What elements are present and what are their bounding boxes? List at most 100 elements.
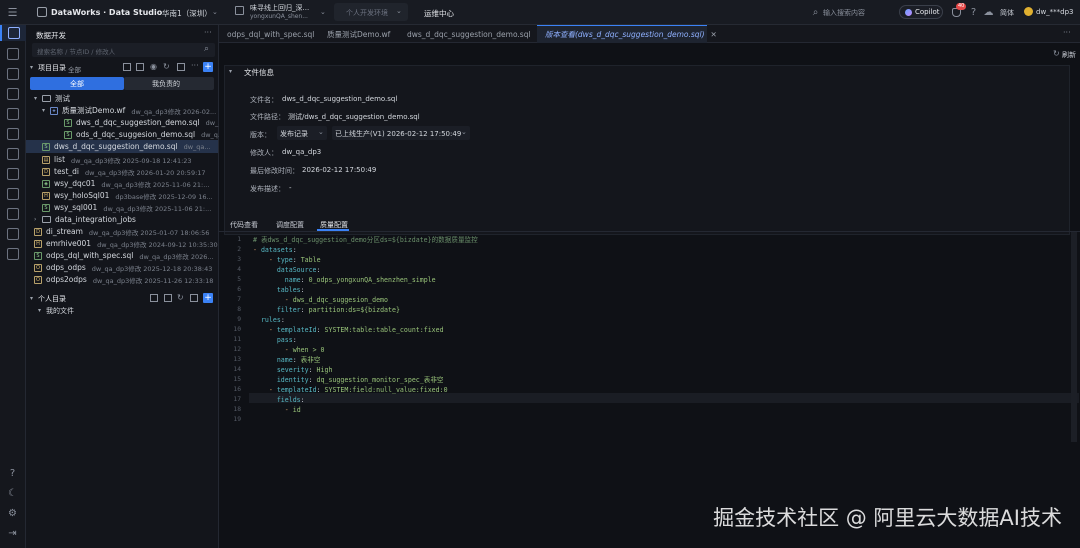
user-name[interactable]: dw_***dp3 — [1036, 8, 1074, 16]
line-number: 18 — [233, 406, 241, 413]
code-editor[interactable]: 1 # 表dws_d_dqc_suggestion_demo分区ds=${bizd… — [219, 232, 1080, 452]
chevron-down-icon: ⌄ — [318, 128, 324, 136]
chevron-down-icon[interactable]: ▾ — [30, 64, 33, 71]
rail-icon-5[interactable] — [7, 108, 19, 120]
sidebar-search-input[interactable]: 搜索名称 / 节点ID / 修改人 ⌕ — [32, 43, 215, 57]
refresh-link[interactable]: 刷新 — [1062, 50, 1076, 60]
avatar[interactable] — [1024, 7, 1033, 16]
tree-item-node[interactable]: ◈ wsy_dqc01 dw_qa_dp3修改 2025-11-06 21:... — [34, 178, 209, 189]
rail-icon-4[interactable] — [7, 88, 19, 100]
menu-icon[interactable]: ☰ — [7, 7, 18, 18]
tree-item-sql[interactable]: Sdws_d_dqc_suggestion_demo.sql dw_... — [64, 117, 224, 128]
tab-version-view[interactable]: 版本查看(dws_d_dqc_suggestion_demo.sql) ✕ — [537, 25, 717, 43]
tree-item-label: list — [54, 155, 66, 164]
rail-icon-7[interactable] — [7, 148, 19, 160]
watermark: 掘金技术社区 @ 阿里云大数据AI技术 — [713, 506, 1062, 530]
help-icon[interactable]: ? — [968, 7, 979, 18]
shield-icon: ◈ — [42, 179, 50, 188]
rail-icon-8[interactable] — [7, 168, 19, 180]
env-switch[interactable]: 个人开发环境 ⌄ — [334, 3, 408, 21]
env-label: 个人开发环境 — [346, 9, 388, 17]
rail-icon-11[interactable] — [7, 228, 19, 240]
my-files-folder[interactable]: 我的文件 — [46, 306, 74, 316]
collapse-all-icon[interactable] — [177, 63, 185, 71]
tree-item-node[interactable]: Oodps_odps dw_qa_dp3修改 2025-12-18 20:38:4… — [34, 262, 212, 273]
add-button[interactable]: + — [203, 293, 213, 303]
tab-odps-dql[interactable]: odps_dql_with_spec.sql — [227, 25, 314, 43]
add-button[interactable]: + — [203, 62, 213, 72]
refresh-icon[interactable]: ↻ — [163, 62, 170, 71]
folder-add-icon[interactable] — [164, 294, 172, 302]
tab-quality-wf[interactable]: 质量测试Demo.wf — [327, 25, 390, 43]
ops-center-link[interactable]: 运维中心 — [424, 8, 454, 19]
line-number: 4 — [237, 266, 241, 273]
tree-item-node[interactable]: Ddi_stream dw_qa_dp3修改 2025-01-07 18:06:5… — [34, 226, 209, 237]
tab-mine[interactable]: 我负责的 — [124, 77, 214, 90]
gear-icon[interactable]: ⚙ — [7, 508, 18, 519]
tree-item-sql[interactable]: Sods_d_dqc_suggesion_demo.sql dw_q... — [64, 129, 224, 140]
project-filter[interactable]: 全部 — [68, 64, 81, 74]
more-icon[interactable]: ··· — [191, 61, 199, 70]
version-select[interactable]: 已上线生产(V1) 2026-02-12 17:50:49 ⌄ — [332, 126, 470, 140]
tree-item-node[interactable]: Sodps_dql_with_spec.sql dw_qa_dp3修改 2026.… — [34, 250, 214, 261]
rail-icon-9[interactable] — [7, 188, 19, 200]
version-type-select[interactable]: 发布记录 ⌄ — [277, 126, 327, 140]
tree-folder-di[interactable]: › data_integration_jobs — [34, 214, 136, 225]
tab-dws-sql[interactable]: dws_d_dqc_suggestion_demo.sql — [407, 25, 531, 43]
subtab-schedule[interactable]: 调度配置 — [276, 220, 304, 230]
tree-item-node[interactable]: Oodps2odps dw_qa_dp3修改 2025-11-26 12:33:1… — [34, 274, 213, 285]
view-icon[interactable] — [150, 294, 158, 302]
tree-item-wf[interactable]: ▾ ⚹ 质量测试Demo.wf dw_qa_dp3修改 2026-02... — [42, 105, 216, 116]
tree-item-node[interactable]: Swsy_sql001 dw_qa_dp3修改 2025-11-06 21:... — [34, 202, 211, 213]
tree-item-node[interactable]: Hwsy_holoSql01 dp3base修改 2025-12-09 16... — [34, 190, 213, 201]
tree-item-label: odps_odps — [46, 263, 86, 272]
tree-item-node[interactable]: Hemrhive001 dw_qa_dp3修改 2024-09-12 10:35:… — [34, 238, 218, 249]
moon-icon[interactable]: ☾ — [7, 488, 18, 499]
tree-folder-test[interactable]: ▾ 测试 — [34, 93, 70, 104]
workspace-name[interactable]: 味寻线上回归_深... — [250, 3, 309, 13]
tree-item-label: dws_d_dqc_suggestion_demo.sql — [76, 118, 200, 127]
sql-file-icon: S — [64, 130, 72, 139]
collapse-all-icon[interactable] — [190, 294, 198, 302]
chevron-down-icon[interactable]: ▾ — [229, 68, 232, 75]
tree-item-sql-selected[interactable]: Sdws_d_dqc_suggestion_demo.sql dw_qa... — [42, 141, 211, 152]
search-icon: ⌕ — [204, 44, 210, 54]
rail-icon-2[interactable] — [7, 48, 19, 60]
tab-all[interactable]: 全部 — [30, 77, 124, 90]
folder-add-icon[interactable] — [136, 63, 144, 71]
line-number: 5 — [237, 276, 241, 283]
scrollbar[interactable] — [1071, 232, 1077, 442]
tree-item-meta: dw_qa_dp3修改 2024-09-12 10:35:30 — [97, 240, 218, 249]
copilot-button[interactable]: Copilot — [899, 5, 943, 19]
tree-item-label: 质量测试Demo.wf — [62, 106, 126, 115]
collapse-icon[interactable]: ⇥ — [7, 528, 18, 539]
refresh-icon[interactable]: ↻ — [1053, 49, 1060, 58]
tree-item-node[interactable]: Dtest_di dw_qa_dp3修改 2026-01-20 20:59:17 — [34, 166, 206, 177]
chevron-down-icon[interactable]: ▾ — [30, 295, 33, 302]
view-icon[interactable] — [123, 63, 131, 71]
line-number: 15 — [233, 376, 241, 383]
chevron-down-icon[interactable]: ▾ — [38, 307, 41, 314]
close-icon[interactable]: ✕ — [711, 30, 717, 39]
help-circle-icon[interactable]: ? — [7, 468, 18, 479]
tree-item-meta: dw_qa_dp3修改 2025-11-06 21:... — [101, 180, 210, 189]
rail-icon-6[interactable] — [7, 128, 19, 140]
refresh-icon[interactable]: ↻ — [177, 293, 184, 302]
region-select[interactable]: 华南1（深圳） — [162, 8, 212, 19]
node-icon: O — [34, 275, 42, 284]
more-icon[interactable]: ··· — [204, 28, 212, 37]
cloud-icon[interactable]: ☁ — [983, 7, 994, 18]
rail-icon-12[interactable] — [7, 248, 19, 260]
language-switch[interactable]: 简体 — [1000, 8, 1014, 18]
modifier-value: dw_qa_dp3 — [282, 148, 322, 156]
tree-item-node[interactable]: ▤ list dw_qa_dp3修改 2025-09-18 12:41:23 — [34, 154, 192, 165]
global-search-input[interactable]: 输入搜索内容 — [823, 8, 865, 18]
more-icon[interactable]: ··· — [1063, 28, 1071, 37]
subtab-code[interactable]: 代码查看 — [230, 220, 258, 230]
eye-icon[interactable]: ◉ — [150, 62, 157, 71]
rail-icon-10[interactable] — [7, 208, 19, 220]
line-number: 8 — [237, 306, 241, 313]
rail-item-data-dev[interactable] — [0, 25, 26, 41]
rail-icon-3[interactable] — [7, 68, 19, 80]
workflow-icon: ⚹ — [50, 106, 58, 115]
